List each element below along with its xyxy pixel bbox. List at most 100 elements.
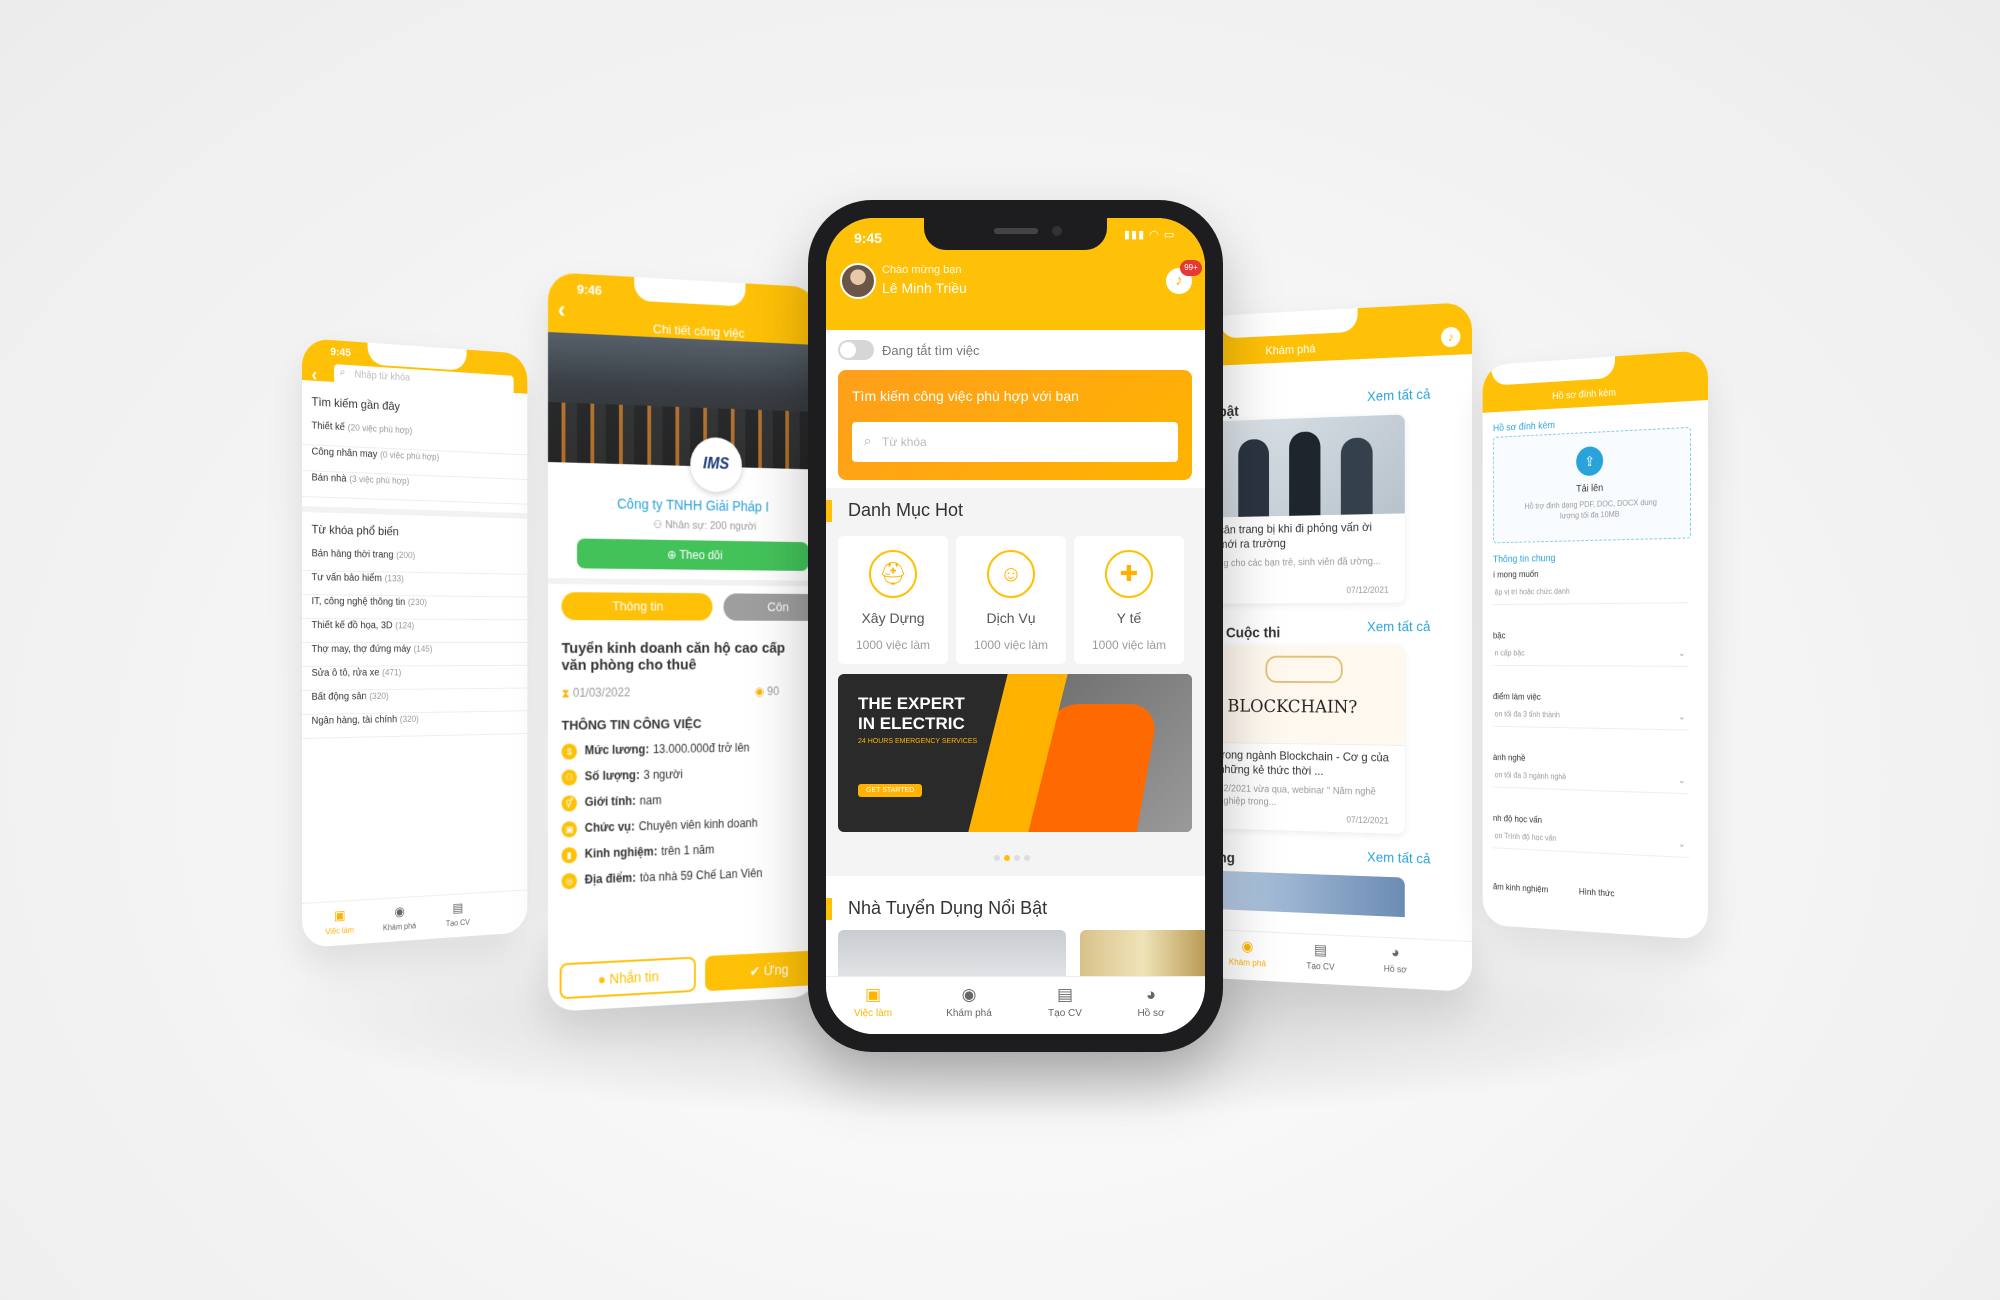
people-icon: ⚇ [652,519,666,532]
search-card: Tìm kiếm công việc phù hợp với bạn ⌕ Từ … [838,370,1192,480]
document-icon: ▤ [1056,985,1074,1004]
article-image: BLOCKCHAIN? [1211,646,1405,746]
status-time: 9:46 [576,281,602,298]
job-field: ⚥ Giới tính: nam [561,789,818,812]
form-label: điểm làm việc [1492,691,1541,702]
see-all-link[interactable]: Xem tất cả [1367,386,1430,404]
job-info-heading: THÔNG TIN CÔNG VIỆC [561,716,702,733]
banner-line2: IN ELECTRIC [858,714,965,733]
apply-button[interactable]: ✔ Ứng [705,949,818,992]
chevron-down-icon: ⌄ [1678,838,1686,849]
form-select[interactable]: ập vị trí hoặc chức danh [1492,580,1690,606]
popular-item[interactable]: Thợ may, thợ đứng máy (145) [302,643,528,667]
tab-profile[interactable]: ◕ Hồ sơ [1116,985,1186,1019]
tab-jobs[interactable]: ▣ Việc làm [838,985,908,1019]
gender-icon: ⚥ [561,795,577,812]
job-search-toggle[interactable] [838,340,874,360]
briefcase-icon: ▣ [864,985,882,1004]
job-field: ▮ Kinh nghiệm: trên 1 năm [561,839,818,864]
job-field: ◎ Địa điểm: tòa nhà 59 Chế Lan Viên [561,863,818,890]
form-select[interactable]: ọn Trình độ học vấn ⌄ [1492,826,1690,859]
tab-explore[interactable]: ◉ Khám phá [372,902,427,933]
tab-explore[interactable]: ◉ Khám phá [934,985,1004,1019]
briefcase-icon: ▣ [333,907,346,923]
popular-item[interactable]: Thiết kế đồ họa, 3D (124) [302,620,528,643]
section-accent [826,898,832,920]
company-logo: IMS [690,436,742,493]
banner-subtitle: 24 HOURS EMERGENCY SERVICES [858,738,978,745]
upload-dropzone[interactable]: ⇪ Tải lên Hỗ trợ định dạng PDF, DOC, DOC… [1492,426,1691,544]
company-cover-photo [548,332,818,470]
avatar[interactable] [840,263,876,299]
article-card[interactable]: BLOCKCHAIN? trong ngành Blockchain - Cơ … [1211,646,1405,835]
home-screen: 9:45 ▮▮▮ ◠ ▭ Chào mừng bạn Lê Minh Triều… [826,218,1205,1034]
form-select[interactable]: n cấp bậc ⌄ [1492,644,1690,667]
tab-explore[interactable]: ◉ Khám phá [1220,936,1274,969]
chevron-down-icon: ⌄ [1678,775,1686,786]
job-field: ▣ Chức vụ: Chuyên viên kinh doanh [561,814,818,838]
popular-title: Từ khóa phổ biến [311,522,399,539]
toggle-label: Đang tắt tìm việc [882,343,980,358]
keyword-input[interactable]: ⌕ Từ khóa [852,422,1178,462]
badge-icon: ▮ [561,847,577,864]
experience-label: ăm kinh nghiệm [1492,881,1549,895]
see-all-link[interactable]: Xem tất cả [1367,849,1430,867]
recent-title: Tìm kiếm gần đây [311,394,400,414]
form-label: í mong muốn [1492,569,1539,580]
tab-create-cv[interactable]: ▤ Tạo CV [431,899,484,929]
user-icon: ◕ [1145,985,1157,1004]
company-name[interactable]: Công ty TNHH Giải Pháp I [617,496,769,515]
search-screen: 9:45 ‹ ⌕ Nhập từ khóa Tìm kiếm gần đây T… [302,338,528,948]
service-icon: ☺ [987,550,1035,598]
category-card[interactable]: ☺ Dịch Vụ 1000 việc làm [956,536,1066,664]
form-select[interactable]: ọn tối đa 3 ngành nghề ⌄ [1492,765,1690,795]
message-button[interactable]: ● Nhắn tin [559,956,696,1000]
greeting: Chào mừng bạn [882,264,962,276]
popular-item[interactable]: Sửa ô tô, rửa xe (471) [302,666,528,691]
construction-icon: ⛑ [869,550,917,598]
form-label: nh độ học vấn [1492,813,1543,825]
notification-badge: 99+ [1180,260,1202,276]
banner-button[interactable]: GET STARTED [858,784,923,797]
section-accent [826,500,832,522]
tab-bar: ▣ Việc làm ◉ Khám phá ▤ Tạo CV ◕ Hồ sơ [826,976,1205,1034]
see-all-link[interactable]: Xem tất cả [1367,618,1430,634]
popular-item[interactable]: IT, công nghệ thông tin (230) [302,596,528,621]
tab-create-cv[interactable]: ▤ Tạo CV [1030,985,1100,1019]
page-title: Khám phá [1265,341,1316,358]
popular-item[interactable]: Ngân hàng, tài chính (320) [302,712,528,739]
category-card[interactable]: ✚ Y tế 1000 việc làm [1074,536,1184,664]
tab-company[interactable]: Côn [723,593,818,621]
job-field: ⚇ Số lượng: 3 người [561,764,818,786]
follow-button[interactable]: ⊕ Theo dõi [576,538,809,572]
article-card[interactable]: cân trang bị khi đi phỏng vấn ời mới ra … [1211,414,1405,604]
tab-jobs[interactable]: ▣ Việc làm [311,906,367,937]
back-icon[interactable]: ‹ [311,365,317,386]
signal-icon: ▮▮▮ ◠ ▭ [1124,229,1176,241]
attach-label: Hồ sơ đính kèm [1492,420,1555,435]
status-time: 9:45 [330,345,351,360]
tab-info[interactable]: Thông tin [561,592,713,621]
category-card[interactable]: ⛑ Xây Dựng 1000 việc làm [838,536,948,664]
article-image [1211,414,1405,518]
banner-line1: THE EXPERT [858,694,965,713]
job-type-label: Hình thức [1578,886,1615,899]
document-icon: ▤ [452,900,464,916]
search-icon: ⌕ [339,366,346,379]
promo-banner[interactable]: THE EXPERT IN ELECTRIC 24 HOURS EMERGENC… [838,674,1192,832]
chevron-down-icon: ⌄ [1678,711,1686,722]
user-icon: ◕ [1391,944,1400,962]
popular-item[interactable]: Bán hàng thời trang (200) [302,548,528,575]
view-count: ◉ 90 [754,684,780,699]
search-card-title: Tìm kiếm công việc phù hợp với bạn [852,388,1079,404]
tab-profile[interactable]: ◕ Hồ sơ [1367,943,1424,975]
popular-item[interactable]: Tư vấn bảo hiểm (133) [302,572,528,598]
tab-create-cv[interactable]: ▤ Tạo CV [1293,940,1349,973]
job-field: $ Mức lương: 13.000.000đ trở lên [561,739,818,760]
people-icon: ⚇ [561,769,577,786]
form-select[interactable]: ọn tối đa 3 tỉnh thành ⌄ [1492,704,1690,731]
main-phone-frame: 9:45 ▮▮▮ ◠ ▭ Chào mừng bạn Lê Minh Triều… [808,200,1223,1052]
popular-item[interactable]: Bất động sản (320) [302,689,528,715]
back-icon[interactable]: ‹ [558,297,566,325]
eye-icon: ◉ [754,684,768,699]
